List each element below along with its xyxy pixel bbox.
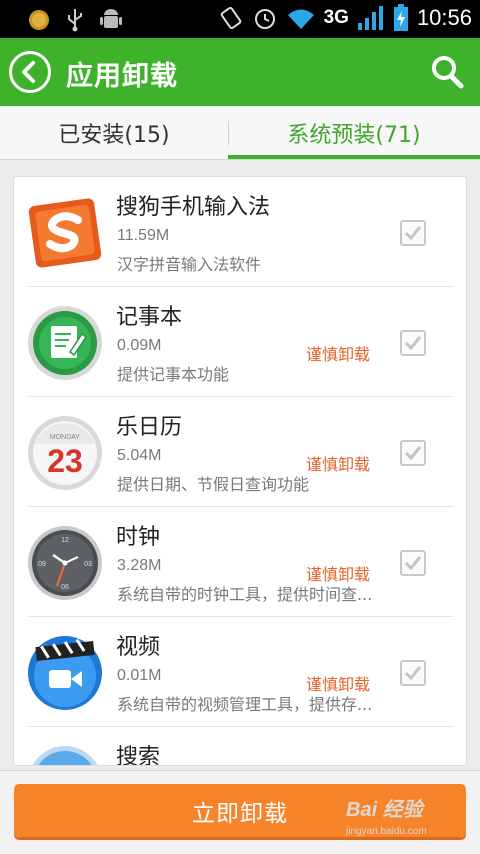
tab-system-preinstalled[interactable]: 系统预装(71) — [228, 106, 480, 160]
search-button[interactable] — [430, 54, 464, 90]
select-checkbox[interactable] — [400, 220, 426, 246]
back-arrow-icon — [22, 61, 35, 83]
app-list: 搜狗手机输入法 11.59M 汉字拼音输入法软件 记事本 0.09M 提供记事本… — [13, 176, 467, 766]
tab-bar: 已安装(15) 系统预装(71) — [0, 106, 480, 160]
list-item-video[interactable]: 视频 0.01M 系统自带的视频管理工具，提供存... 谨慎卸载 — [14, 617, 466, 727]
app-description: 提供日期、节假日查询功能 — [117, 475, 310, 494]
notepad-icon — [26, 304, 104, 382]
rotate-icon — [220, 6, 241, 30]
app-size: 5.04M — [117, 447, 162, 464]
app-description: 汉字拼音输入法软件 — [117, 255, 262, 274]
bottom-bar: 立即卸载 Bai 经验 jingyan.baidu.com — [0, 770, 480, 854]
page-title: 应用卸载 — [66, 61, 178, 92]
app-header: 应用卸载 — [0, 38, 480, 106]
app-size: 0.01M — [117, 667, 162, 684]
watermark-main: Bai 经验 — [346, 799, 423, 821]
app-size: 3.28M — [117, 557, 162, 574]
usb-icon — [68, 9, 82, 32]
app-name: 视频 — [116, 635, 161, 660]
search-icon — [432, 56, 464, 89]
select-checkbox[interactable] — [400, 440, 426, 466]
signal-icon — [357, 6, 383, 30]
select-checkbox[interactable] — [400, 330, 426, 356]
search-app-icon — [26, 744, 104, 765]
app-size: 11.59M — [117, 227, 170, 244]
app-name: 时钟 — [116, 525, 161, 550]
app-name: 搜狗手机输入法 — [116, 195, 271, 220]
svg-text:09: 09 — [38, 561, 46, 568]
select-checkbox[interactable] — [400, 550, 426, 576]
android-debug-icon — [100, 9, 122, 28]
back-button[interactable] — [9, 51, 51, 93]
caution-label: 谨慎卸载 — [306, 675, 371, 694]
app-size: 0.09M — [117, 337, 162, 354]
network-type-label: 3G — [323, 7, 349, 28]
active-tab-indicator — [228, 155, 480, 159]
video-icon — [26, 634, 104, 712]
alarm-icon — [254, 9, 275, 29]
status-bar: 3G 10:56 — [0, 0, 480, 38]
battery-charging-icon — [393, 4, 408, 31]
app-name: 搜索 — [116, 745, 161, 766]
select-checkbox[interactable] — [400, 660, 426, 686]
svg-text:MONDAY: MONDAY — [50, 434, 81, 441]
list-item-sogou[interactable]: 搜狗手机输入法 11.59M 汉字拼音输入法软件 — [14, 177, 466, 287]
clock-icon: 12 03 06 09 — [26, 524, 104, 602]
list-item-search[interactable]: 搜索 — [14, 727, 466, 766]
app-description: 提供记事本功能 — [117, 365, 230, 384]
list-item-calendar[interactable]: MONDAY 23 乐日历 5.04M 提供日期、节假日查询功能 谨慎卸载 — [14, 397, 466, 507]
watermark-sub: jingyan.baidu.com — [346, 826, 427, 837]
app-name: 乐日历 — [116, 415, 183, 440]
list-item-clock[interactable]: 12 03 06 09 时钟 3.28M 系统自带的时钟工具，提供时间查... … — [14, 507, 466, 617]
caution-label: 谨慎卸载 — [306, 565, 371, 584]
app-name: 记事本 — [116, 305, 183, 330]
tab-installed[interactable]: 已安装(15) — [0, 106, 228, 160]
sogou-icon — [26, 194, 104, 272]
svg-text:03: 03 — [84, 561, 92, 568]
wifi-icon — [287, 9, 314, 29]
watermark: Bai 经验 jingyan.baidu.com — [346, 793, 456, 839]
svg-text:12: 12 — [61, 537, 69, 544]
caution-label: 谨慎卸载 — [306, 345, 371, 364]
list-item-notepad[interactable]: 记事本 0.09M 提供记事本功能 谨慎卸载 — [14, 287, 466, 397]
svg-text:06: 06 — [61, 584, 69, 591]
calendar-icon: MONDAY 23 — [26, 414, 104, 492]
svg-text:23: 23 — [47, 443, 83, 479]
clock-time: 10:56 — [416, 5, 472, 30]
notification-dot-icon — [29, 10, 49, 30]
caution-label: 谨慎卸载 — [306, 455, 371, 474]
